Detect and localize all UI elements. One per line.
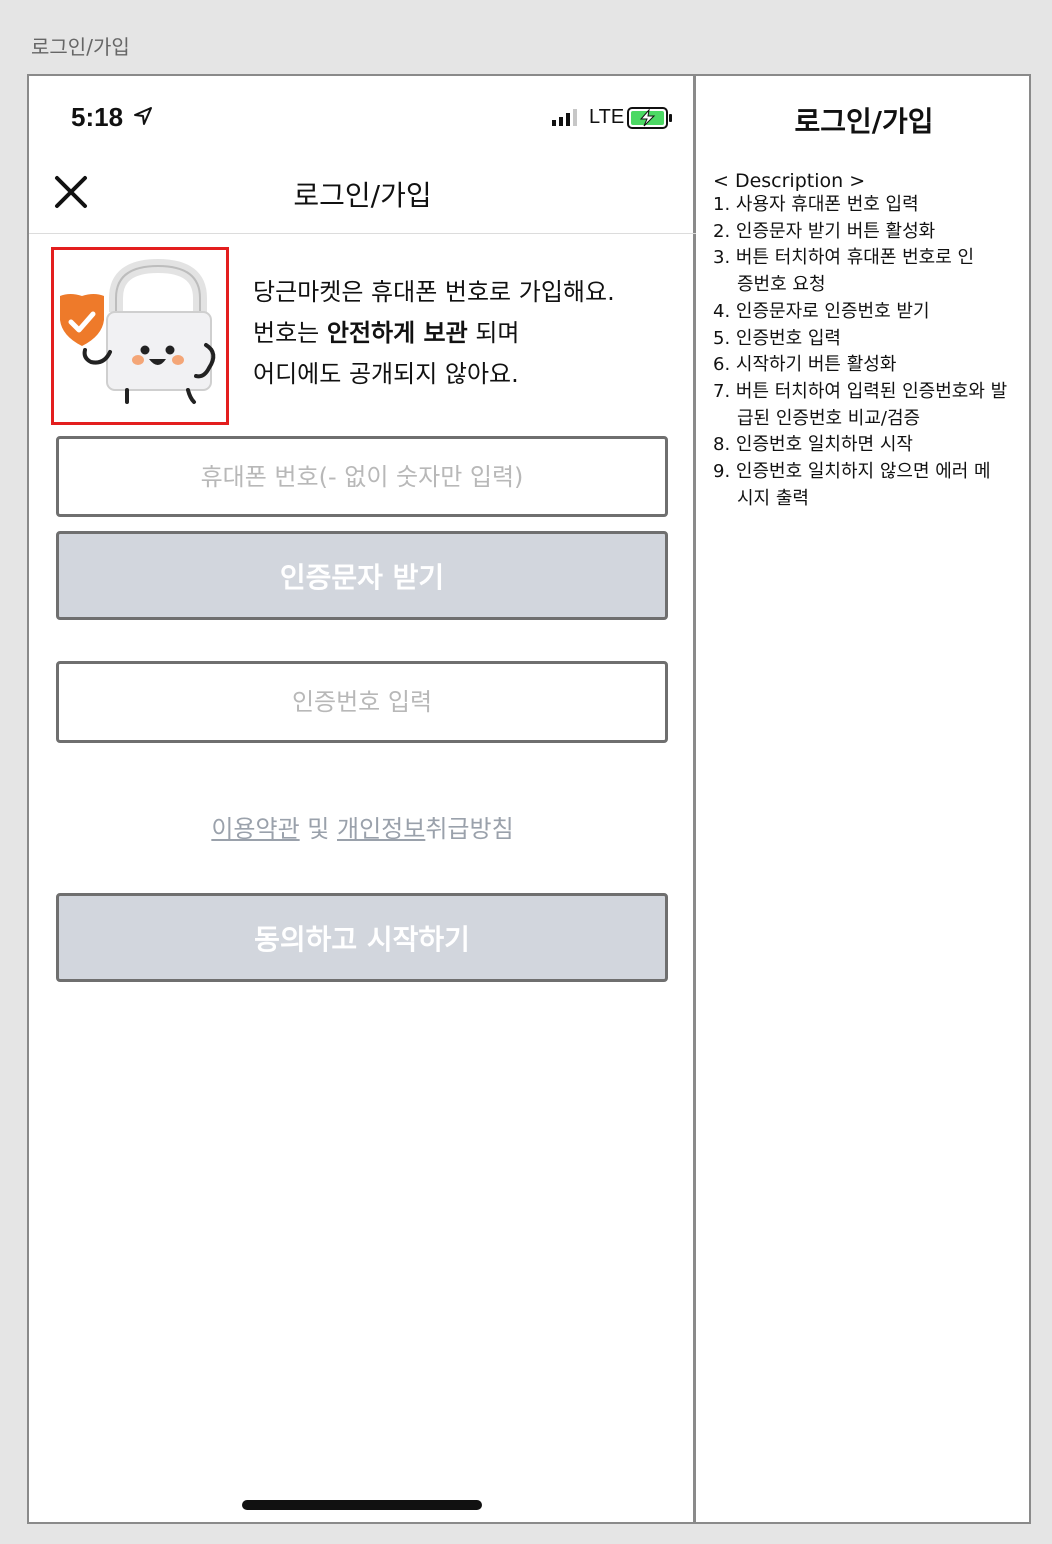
terms-and-text: 및 xyxy=(299,815,337,843)
phone-screen: 5:18 LTE 로그인/가입 당근마켓은 휴대폰 번호로 가입해요. 번호는 … xyxy=(29,76,696,1522)
artboard-frame: 5:18 LTE 로그인/가입 당근마켓은 휴대폰 번호로 가입해요. 번호는 … xyxy=(27,74,1031,1524)
intro-line-2-suffix: 되며 xyxy=(467,319,520,347)
privacy-policy-rest: 취급방침 xyxy=(425,815,514,843)
description-item: 8. 인증번호 일치하면 시작 xyxy=(713,434,913,456)
status-time: 5:18 xyxy=(71,102,124,132)
description-title: 로그인/가입 xyxy=(794,105,934,138)
intro-text: 당근마켓은 휴대폰 번호로 가입해요. 번호는 안전하게 보관 되며 어디에도 … xyxy=(253,272,615,395)
terms-of-use-link[interactable]: 이용약관 xyxy=(211,815,299,843)
battery-charging-icon xyxy=(627,107,672,129)
description-item: 1. 사용자 휴대폰 번호 입력 xyxy=(713,194,919,215)
lock-mascot-icon xyxy=(60,258,216,404)
description-item: 5. 인증번호 입력 xyxy=(713,327,841,349)
phone-number-input[interactable] xyxy=(56,436,668,517)
header-divider xyxy=(29,233,696,234)
intro-line-1: 당근마켓은 휴대폰 번호로 가입해요. xyxy=(253,278,615,306)
intro-line-2: 번호는 안전하게 보관 되며 xyxy=(253,313,615,354)
intro-line-2-prefix: 번호는 xyxy=(253,319,327,347)
signal-icon xyxy=(552,109,577,126)
agree-and-start-button[interactable]: 동의하고 시작하기 xyxy=(56,893,668,982)
description-item: 2. 인증문자 받기 버튼 활성화 xyxy=(713,220,936,242)
description-item: 4. 인증문자로 인증번호 받기 xyxy=(713,300,930,322)
network-label: LTE xyxy=(589,106,625,128)
description-item: 3. 버튼 터치하여 휴대폰 번호로 인증번호 요청 xyxy=(713,247,975,296)
location-arrow-icon xyxy=(134,107,152,125)
mascot-illustration xyxy=(51,247,229,425)
verification-code-input[interactable] xyxy=(56,661,668,743)
description-panel: 로그인/가입 < Description > 1. 사용자 휴대폰 번호 입력 … xyxy=(699,76,1029,1522)
description-item: 9. 인증번호 일치하지 않으면 에러 메시지 출력 xyxy=(713,461,991,509)
page-title: 로그인/가입 xyxy=(293,179,432,212)
privacy-policy-link[interactable]: 개인정보 xyxy=(337,815,425,843)
description-item: 7. 버튼 터치하여 입력된 인증번호와 발급된 인증번호 비교/검증 xyxy=(713,380,1008,429)
terms-text: 이용약관 및 개인정보취급방침 xyxy=(29,809,696,844)
description-item: 6. 시작하기 버튼 활성화 xyxy=(713,354,897,376)
page-label: 로그인/가입 xyxy=(31,35,130,59)
description-heading: < Description > xyxy=(713,170,866,192)
home-indicator xyxy=(242,1500,482,1510)
intro-line-2-bold: 안전하게 보관 xyxy=(326,319,468,347)
intro-line-3: 어디에도 공개되지 않아요. xyxy=(253,360,519,388)
request-sms-button[interactable]: 인증문자 받기 xyxy=(56,531,668,620)
description-list: 1. 사용자 휴대폰 번호 입력 2. 인증문자 받기 버튼 활성화 3. 버튼… xyxy=(713,192,1017,512)
